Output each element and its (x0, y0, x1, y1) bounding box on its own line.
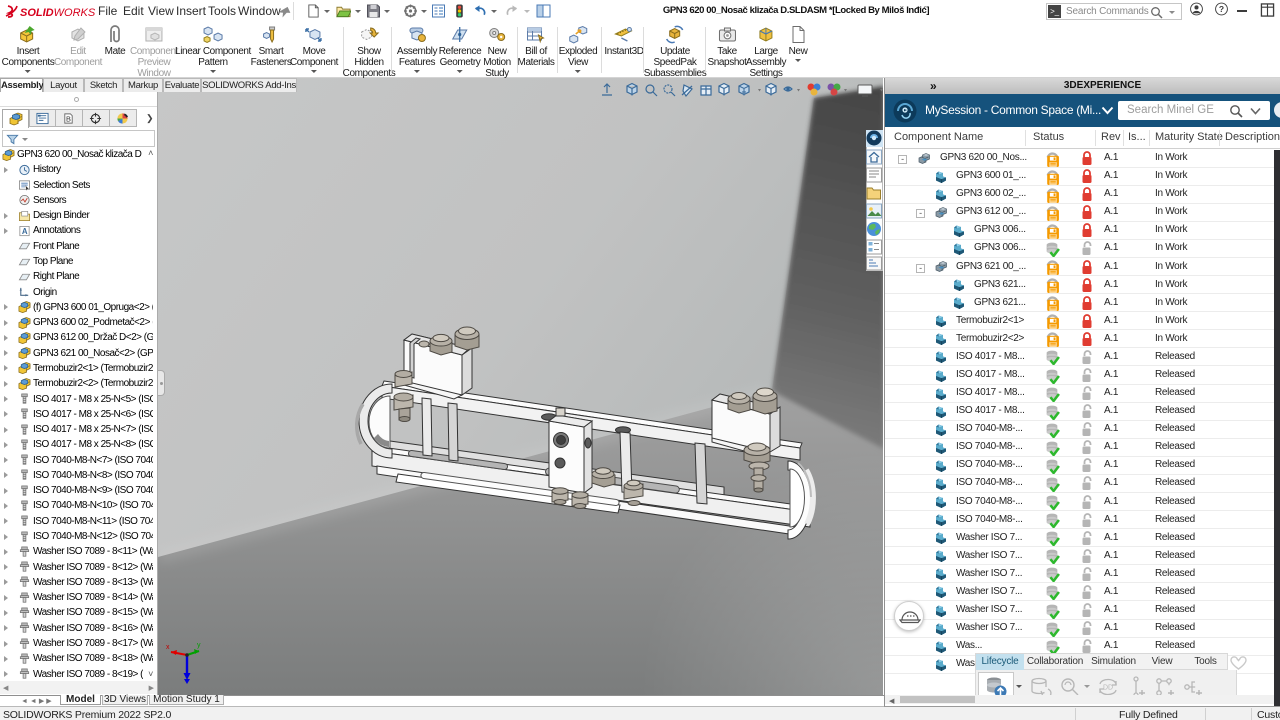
svg-text:B: B (66, 115, 71, 124)
svg-text:y: y (197, 642, 201, 649)
svg-text:x: x (166, 644, 170, 651)
svg-text:DD: DD (1103, 685, 1113, 692)
svg-text:?: ? (1219, 4, 1224, 14)
